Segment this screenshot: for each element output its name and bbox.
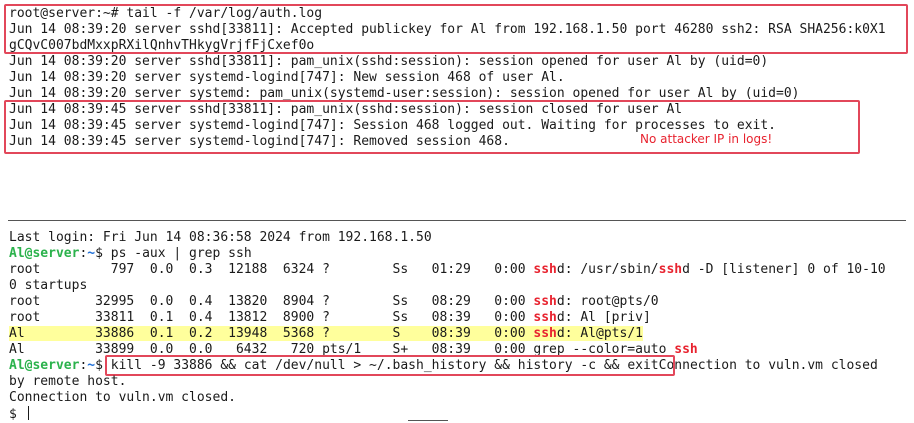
ps-output-row: root 797 0.0 0.3 12188 6324 ? Ss 01:29 0… [9, 262, 886, 277]
prompt-user: Al@server [9, 358, 80, 373]
accepted-publickey-highlight-box [4, 4, 908, 54]
prompt-symbol: $ [95, 246, 111, 261]
log-line: Jun 14 08:39:20 server systemd-logind[74… [9, 70, 565, 85]
ps-output-row: root 33811 0.1 0.4 13812 8900 ? Ss 08:39… [9, 310, 651, 325]
connection-closed-line: Connection to vuln.vm closed. [9, 390, 236, 405]
prompt-path: ~ [87, 358, 96, 373]
scroll-indicator[interactable] [408, 420, 448, 421]
no-attacker-ip-annotation: No attacker IP in logs! [640, 132, 773, 146]
ps-output-row: 0 startups [9, 278, 88, 293]
prompt-line-ps: Al@server:~$ ps -aux | grep ssh [9, 246, 252, 262]
last-login-line: Last login: Fri Jun 14 08:36:58 2024 fro… [9, 230, 432, 245]
prompt-path: ~ [87, 246, 96, 261]
final-prompt-line[interactable]: $ [9, 406, 29, 422]
prompt-user: Al@server [9, 246, 80, 261]
connection-closed-inline: Connection to vuln.vm closed [658, 358, 878, 373]
text-cursor [27, 406, 29, 420]
wrap-line: by remote host. [9, 374, 127, 389]
top-terminal-pane[interactable]: root@server:~# tail -f /var/log/auth.log… [0, 0, 914, 200]
pane-divider[interactable] [8, 220, 906, 221]
ps-output-row: root 32995 0.0 0.4 13820 8904 ? Ss 08:29… [9, 294, 659, 309]
ps-output-row-highlighted: Al 33886 0.1 0.2 13948 5368 ? S 08:39 0:… [9, 326, 643, 341]
log-line: Jun 14 08:39:20 server sshd[33811]: pam_… [9, 54, 769, 69]
kill-command-highlight-box [105, 355, 675, 376]
final-prompt: $ [9, 407, 25, 422]
ps-command: ps -aux | grep ssh [110, 246, 252, 261]
